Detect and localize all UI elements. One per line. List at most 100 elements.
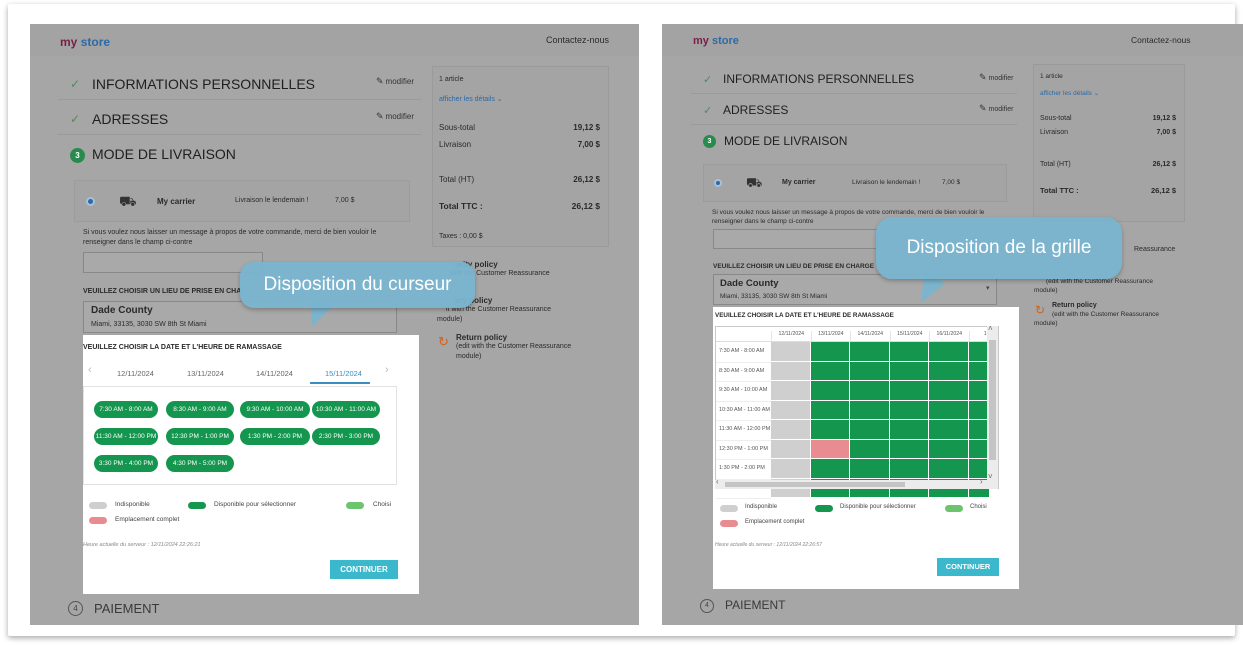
grid-cell-available[interactable] — [850, 459, 890, 479]
grid-cell-available[interactable] — [929, 381, 969, 401]
pickup-address: Miami, 33135, 3030 SW 8th St Miami — [91, 321, 207, 328]
grid-vertical-scrollbar[interactable]: ˄ ˅ — [987, 324, 998, 489]
legend-swatch-available — [815, 505, 833, 512]
timeslot-button[interactable]: 12:30 PM - 1:00 PM — [166, 428, 234, 445]
legend-swatch-chosen — [346, 502, 364, 509]
grid-cell-available[interactable] — [850, 381, 890, 401]
grid-cell-available[interactable] — [810, 459, 850, 479]
grid-cell-unavailable — [771, 459, 811, 479]
chevron-left-icon[interactable]: ‹ — [88, 364, 92, 376]
modify-link[interactable]: ✎ modifier — [979, 103, 1013, 114]
date-tab[interactable]: 13/11/2024 — [187, 369, 224, 378]
header: my store Contactez-nous — [662, 24, 1243, 56]
grid-cell-available[interactable] — [889, 361, 929, 381]
modify-link[interactable]: ✎ modifier — [376, 111, 414, 122]
grid-cell-available[interactable] — [850, 400, 890, 420]
carrier-option[interactable]: ⛟ My carrier Livraison le lendemain ! 7,… — [74, 180, 410, 222]
legend-swatch-available — [188, 502, 206, 509]
timeslot-button[interactable]: 3:30 PM - 4:00 PM — [94, 455, 158, 472]
grid-cell-available[interactable] — [850, 361, 890, 381]
step-title-payment: PAIEMENT — [725, 598, 786, 612]
grid-horizontal-scrollbar[interactable]: ‹ › — [715, 477, 987, 489]
scroll-up-icon[interactable]: ˄ — [988, 324, 993, 333]
chevron-down-icon: ⌄ — [1093, 90, 1100, 97]
grid-cell-available[interactable] — [850, 420, 890, 440]
message-field[interactable] — [83, 252, 263, 273]
grid-cell-available[interactable] — [889, 439, 929, 459]
chevron-right-icon[interactable]: › — [385, 364, 389, 376]
return-policy-title: Return policy — [456, 333, 508, 342]
step-personal-info[interactable]: ✓ INFORMATIONS PERSONNELLES ✎ modifier — [691, 64, 1017, 94]
legend-full: Emplacement complet — [115, 516, 180, 523]
grid-cell-available[interactable] — [929, 400, 969, 420]
timeslot-button[interactable]: 4:30 PM - 5:00 PM — [166, 455, 234, 472]
server-time: Heure actuelle du serveur : 12/11/2024 2… — [83, 542, 201, 548]
message-field[interactable] — [713, 229, 878, 249]
grid-cell-available[interactable] — [929, 361, 969, 381]
continue-button[interactable]: CONTINUER — [330, 560, 398, 579]
callout-grid-layout: Disposition de la grille — [876, 217, 1122, 279]
step-personal-info[interactable]: ✓ INFORMATIONS PERSONNELLES ✎ modifier — [58, 66, 421, 100]
chevron-down-icon: ▾ — [986, 285, 990, 292]
scroll-down-icon[interactable]: ˅ — [988, 472, 993, 481]
grid-cell-available[interactable] — [810, 400, 850, 420]
timeslot-button[interactable]: 10:30 AM - 11:00 AM — [312, 401, 380, 418]
grid-cell-available[interactable] — [929, 459, 969, 479]
grid-cell-available[interactable] — [889, 381, 929, 401]
scroll-right-icon[interactable]: › — [980, 477, 983, 486]
store-logo[interactable]: my store — [60, 35, 110, 49]
store-logo[interactable]: my store — [693, 35, 739, 47]
header: my store Contactez-nous — [30, 24, 639, 56]
subtotal-value: 19,12 $ — [1152, 115, 1176, 122]
radio-selected-icon[interactable] — [714, 179, 722, 187]
scrollbar-thumb[interactable] — [989, 340, 996, 460]
contact-link[interactable]: Contactez-nous — [1131, 35, 1191, 45]
grid-cell-available[interactable] — [810, 420, 850, 440]
return-policy-title: Return policy — [1052, 302, 1097, 309]
radio-selected-icon[interactable] — [86, 197, 95, 206]
grid-row-divider — [716, 381, 771, 382]
grid-cell-available[interactable] — [810, 381, 850, 401]
grid-cell-available[interactable] — [810, 361, 850, 381]
grid-row-divider — [716, 361, 771, 363]
article-count: 1 article — [439, 76, 464, 83]
grid-cell-available[interactable] — [889, 400, 929, 420]
modify-link[interactable]: ✎ modifier — [376, 76, 414, 87]
timeslot-button[interactable]: 8:30 AM - 9:00 AM — [166, 401, 234, 418]
grid-cell-available[interactable] — [929, 420, 969, 440]
date-tab[interactable]: 14/11/2024 — [256, 369, 293, 378]
carrier-option[interactable]: ⛟ My carrier Livraison le lendemain ! 7,… — [703, 164, 1007, 202]
timeslot-button[interactable]: 1:30 PM - 2:00 PM — [240, 428, 310, 445]
article-count: 1 article — [1040, 73, 1063, 80]
grid-cell-available[interactable] — [889, 459, 929, 479]
grid-cell-unavailable — [771, 439, 811, 459]
grid-cell-available[interactable] — [810, 342, 850, 362]
timeslot-button[interactable]: 7:30 AM - 8:00 AM — [94, 401, 158, 418]
grid-cell-available[interactable] — [889, 420, 929, 440]
date-tab-active[interactable]: 15/11/2024 — [325, 369, 362, 378]
grid-cell-available[interactable] — [850, 439, 890, 459]
check-icon: ✓ — [70, 112, 81, 126]
step-addresses[interactable]: ✓ ADRESSES ✎ modifier — [691, 95, 1017, 125]
continue-button[interactable]: CONTINUER — [937, 558, 999, 576]
check-icon: ✓ — [70, 77, 81, 91]
grid-cell-available[interactable] — [929, 439, 969, 459]
shipping-label: Livraison — [439, 140, 472, 149]
show-details-link[interactable]: afficher les détails ⌄ — [1040, 89, 1099, 97]
timeslot-button[interactable]: 9:30 AM - 10:00 AM — [240, 401, 310, 418]
date-tab[interactable]: 12/11/2024 — [117, 369, 154, 378]
step-title: INFORMATIONS PERSONNELLES — [92, 76, 316, 92]
scrollbar-thumb[interactable] — [725, 482, 905, 487]
timeslot-button[interactable]: 11:30 AM - 12:00 PM — [94, 428, 158, 445]
grid-cell-available[interactable] — [850, 342, 890, 362]
scroll-left-icon[interactable]: ‹ — [716, 477, 719, 486]
grid-cell-available[interactable] — [889, 342, 929, 362]
contact-link[interactable]: Contactez-nous — [546, 35, 609, 45]
return-policy-note: (edit with the Customer Reassurance — [1052, 311, 1159, 318]
grid-cell-available[interactable] — [929, 342, 969, 362]
show-details-link[interactable]: afficher les détails ⌄ — [439, 95, 503, 103]
timeslot-button[interactable]: 2:30 PM - 3:00 PM — [312, 428, 380, 445]
pickup-datetime-slider: VEUILLEZ CHOISIR LA DATE ET L'HEURE DE R… — [83, 335, 419, 594]
modify-link[interactable]: ✎ modifier — [979, 72, 1013, 83]
step-addresses[interactable]: ✓ ADRESSES ✎ modifier — [58, 101, 421, 135]
